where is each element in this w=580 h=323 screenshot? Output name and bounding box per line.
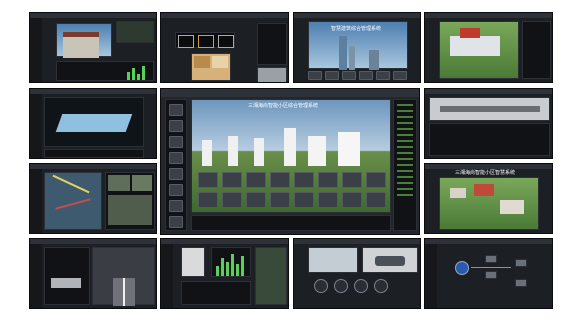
left-icon-column <box>165 99 187 231</box>
tunnel-stats <box>44 247 90 305</box>
title-bar <box>30 239 156 244</box>
car-render <box>362 247 418 273</box>
sidebar <box>30 18 42 82</box>
node-4 <box>515 279 527 287</box>
gis-map <box>44 172 102 230</box>
building-photo <box>56 23 112 58</box>
energy-table <box>181 281 251 305</box>
tile-parking-system[interactable] <box>293 238 421 309</box>
window-title: 智慧建筑综合管理系统 <box>331 26 382 32</box>
keypad-panel <box>257 23 287 65</box>
side-controls <box>522 21 551 79</box>
function-button-row <box>308 71 408 81</box>
title-bar <box>30 13 156 18</box>
tunnel-render <box>92 247 155 306</box>
tile-energy-dashboard[interactable] <box>160 238 289 309</box>
tile-device-topology[interactable] <box>424 238 553 309</box>
gauge <box>354 279 368 293</box>
node-1 <box>485 255 497 263</box>
video-feed <box>116 21 154 43</box>
town-render <box>439 177 539 230</box>
hub-icon <box>455 261 469 275</box>
sidebar <box>30 94 42 158</box>
window-title: 三湘海尚智能小区智慧系统 <box>455 170 516 176</box>
module-button-grid <box>198 172 386 210</box>
title-bar <box>294 239 420 244</box>
tile-building-monitor[interactable] <box>29 12 157 83</box>
tile-tunnel[interactable] <box>29 238 157 309</box>
terrain-view <box>44 97 144 147</box>
title-bar <box>425 164 552 169</box>
gauge <box>314 279 328 293</box>
scene-viewport: 三湘海尚智能小区综合管理系统 <box>191 99 391 213</box>
gauge <box>334 279 348 293</box>
title-bar <box>425 13 552 18</box>
tile-3d-terrain[interactable] <box>29 88 157 159</box>
floorplan-view <box>191 53 231 81</box>
gallery-render <box>429 97 550 121</box>
tile-pipe-gallery[interactable] <box>424 88 553 159</box>
title-bar <box>425 239 552 244</box>
status-panel <box>56 61 154 81</box>
node-2 <box>485 271 497 279</box>
title-bar <box>425 89 552 94</box>
tile-gis-video[interactable] <box>29 163 157 234</box>
video-wall <box>105 172 155 230</box>
parking-camera <box>308 247 358 273</box>
sidebar <box>30 169 42 233</box>
gauge <box>374 279 388 293</box>
charts-strip <box>44 149 144 158</box>
bottom-toolbar <box>191 215 391 231</box>
title-bar <box>161 13 288 18</box>
title-bar <box>30 164 156 169</box>
title-bar <box>161 239 288 244</box>
tile-floorplan-access[interactable] <box>160 12 289 83</box>
map-panel <box>257 67 287 82</box>
tile-town-overview[interactable]: 三湘海尚智能小区智慧系统 <box>424 163 553 234</box>
camera-thumbs <box>175 32 235 48</box>
title-bar <box>161 89 419 97</box>
device-tree <box>393 99 417 231</box>
gallery-data <box>429 123 550 156</box>
campus-render <box>439 21 519 79</box>
title-bar <box>294 13 420 18</box>
title-bar <box>30 89 156 94</box>
sidebar <box>161 244 173 308</box>
energy-chart <box>211 247 251 277</box>
tile-main-community[interactable]: 三湘海尚智能小区综合管理系统 <box>160 88 420 235</box>
right-panel <box>255 247 287 305</box>
sidebar <box>30 244 42 308</box>
topology-links <box>471 267 511 268</box>
tower-render: 智慧建筑综合管理系统 <box>308 21 408 70</box>
window-title: 三湘海尚智能小区综合管理系统 <box>248 103 319 109</box>
sidebar <box>425 244 437 308</box>
tile-city-tower[interactable]: 智慧建筑综合管理系统 <box>293 12 421 83</box>
meter-device <box>181 247 205 277</box>
tile-campus-aerial[interactable] <box>424 12 553 83</box>
node-3 <box>515 259 527 267</box>
